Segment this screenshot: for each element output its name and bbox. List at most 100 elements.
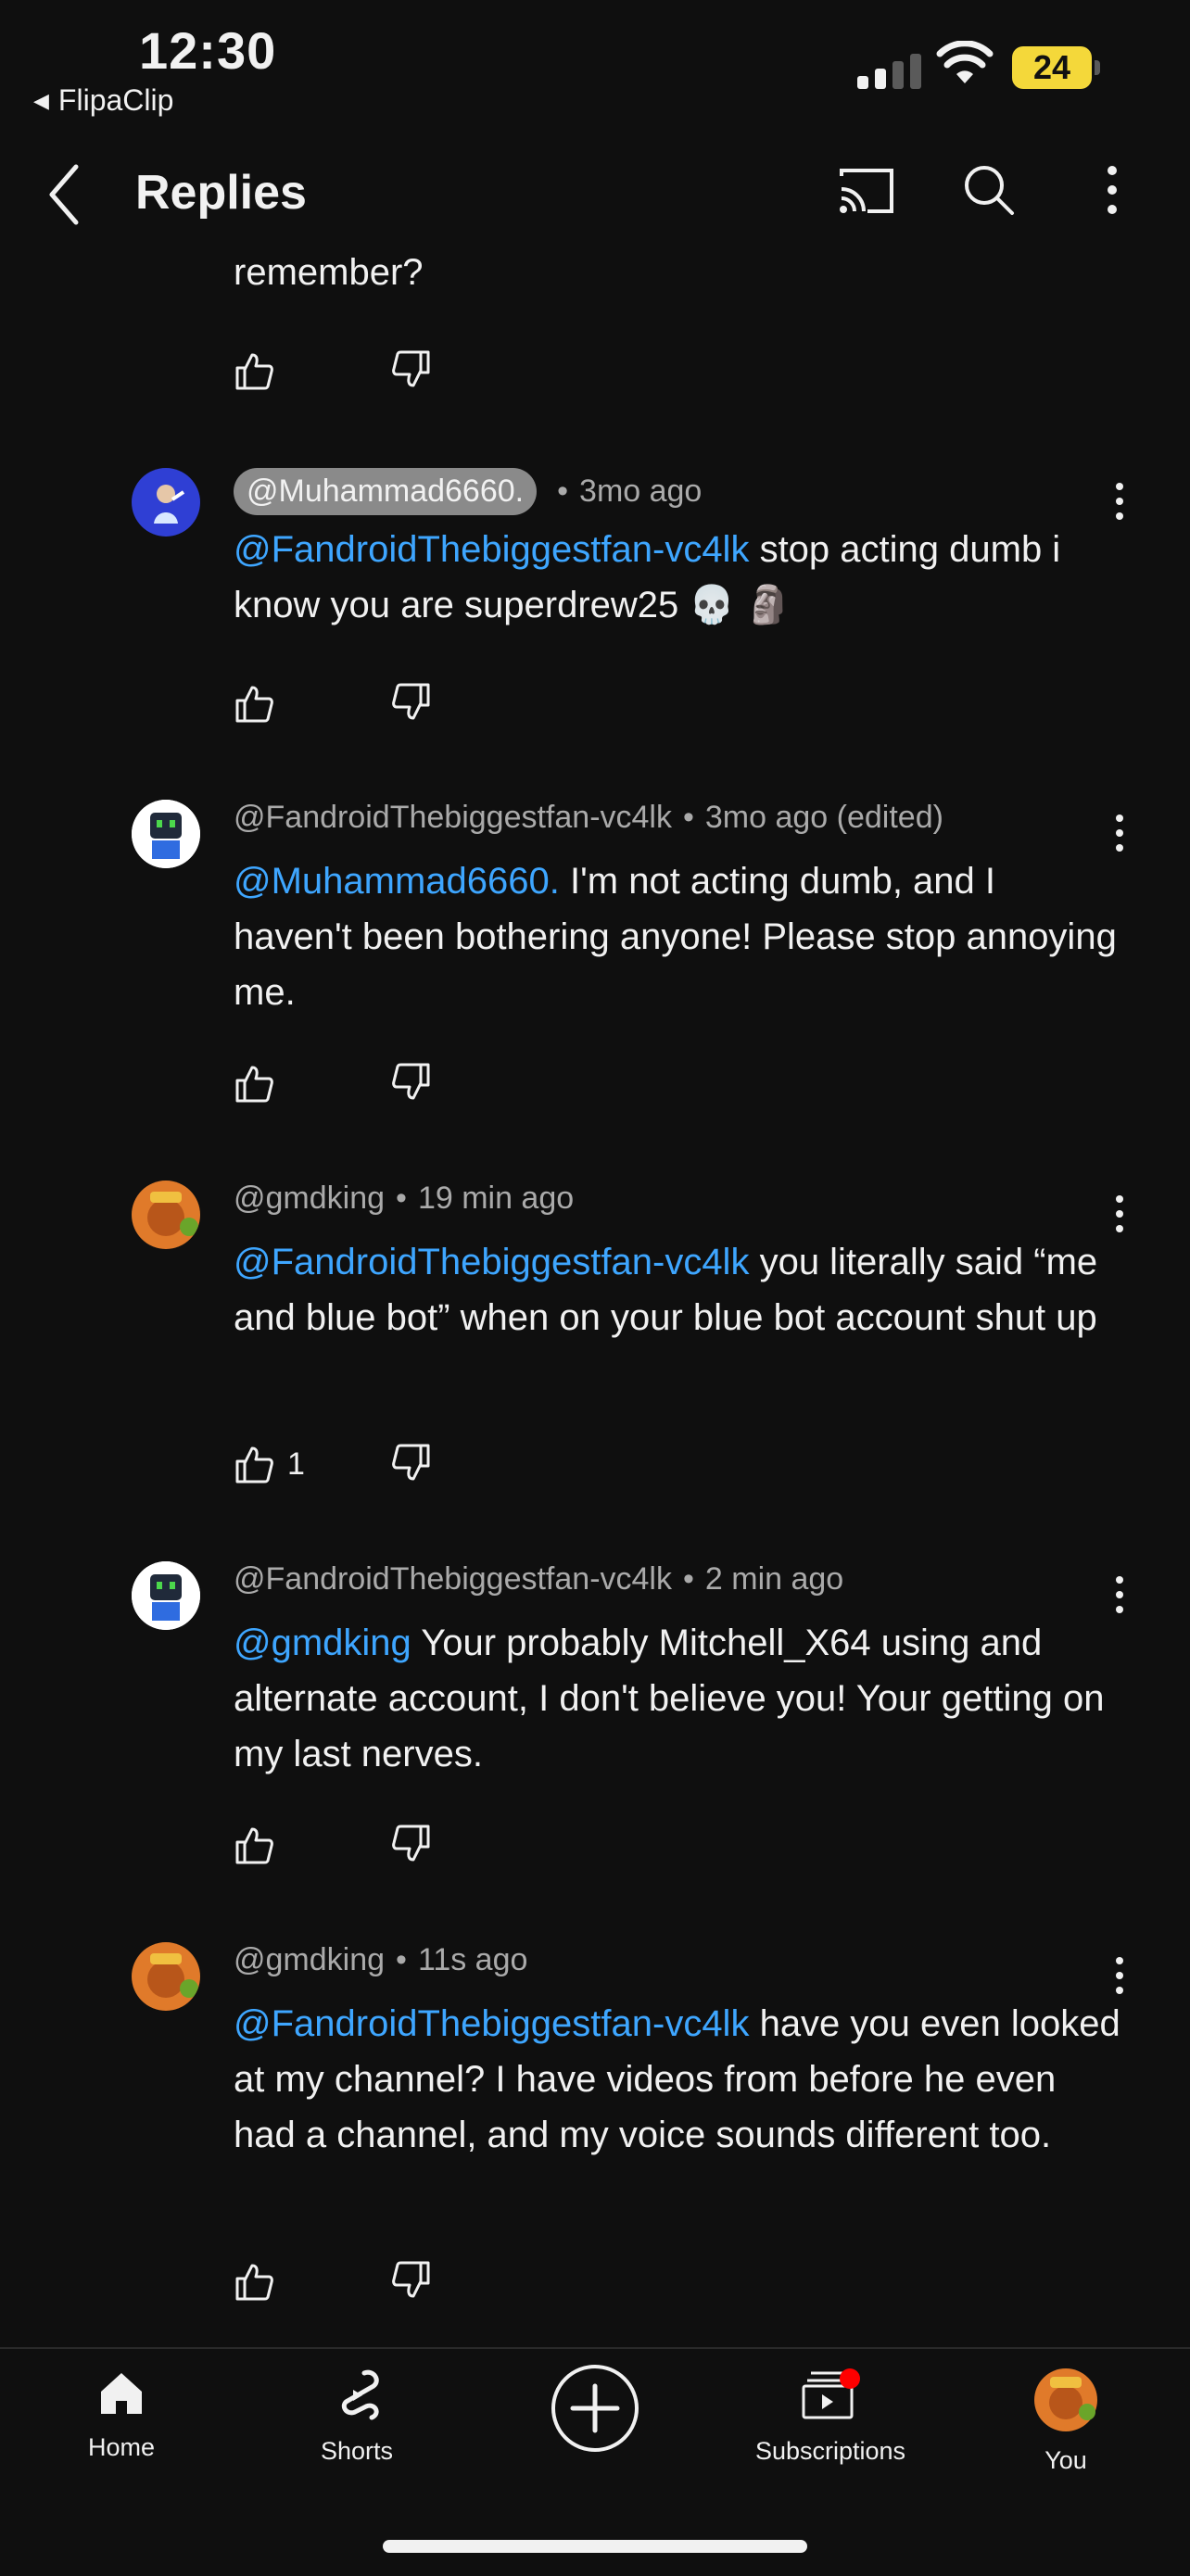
dislike-button[interactable] [391, 1442, 432, 1487]
meta-separator: • [396, 1181, 407, 1216]
comment-author[interactable]: @FandroidThebiggestfan-vc4lk [234, 1561, 672, 1597]
mention-link[interactable]: @FandroidThebiggestfan-vc4lk [234, 529, 749, 570]
mention-link[interactable]: @FandroidThebiggestfan-vc4lk [234, 2003, 749, 2044]
nav-you[interactable]: You [973, 2368, 1158, 2475]
dislike-button[interactable] [391, 2259, 432, 2305]
comment-time: 3mo ago [579, 474, 703, 509]
thumbs-down-icon [392, 683, 430, 720]
more-options-icon[interactable] [1094, 161, 1131, 219]
comment-more-icon[interactable] [1108, 1193, 1131, 1239]
status-time: 12:30 [139, 21, 277, 80]
meta-separator: • [682, 1561, 694, 1597]
nav-subscriptions[interactable]: Subscriptions [738, 2368, 923, 2466]
thumbs-up-icon [235, 1446, 273, 1483]
mention-link[interactable]: @gmdking [234, 1623, 411, 1663]
comment-text: @Muhammad6660. I'm not acting dumb, and … [234, 853, 1123, 1020]
back-arrow-icon[interactable] [41, 159, 87, 230]
like-button[interactable] [234, 1825, 391, 1866]
thumbs-up-icon [235, 353, 273, 389]
thumbs-up-icon [235, 1827, 273, 1863]
comment-more-icon[interactable] [1108, 481, 1131, 526]
comment-author[interactable]: @FandroidThebiggestfan-vc4lk [234, 800, 672, 836]
like-button[interactable] [234, 684, 391, 725]
subscriptions-icon [802, 2368, 860, 2419]
battery-icon: 24 [1012, 46, 1100, 89]
comment-time: 19 min ago [417, 1181, 575, 1216]
home-icon [101, 2373, 142, 2414]
comment-text: @FandroidThebiggestfan-vc4lk you literal… [234, 1234, 1123, 1345]
search-icon[interactable] [960, 161, 1018, 219]
comment-actions: 1 [234, 1442, 432, 1487]
comment-meta: @gmdking • 19 min ago [234, 1181, 574, 1217]
comment-author[interactable]: @gmdking [234, 1181, 385, 1217]
like-button[interactable] [234, 351, 391, 392]
comment-actions [234, 1823, 432, 1868]
comment-meta: @FandroidThebiggestfan-vc4lk • 2 min ago [234, 1561, 843, 1597]
comment-more-icon[interactable] [1108, 813, 1131, 858]
avatar[interactable] [132, 800, 200, 868]
nav-you-label: You [1044, 2446, 1087, 2474]
like-count: 1 [287, 1446, 305, 1482]
thumbs-down-icon [392, 350, 430, 387]
cast-icon[interactable] [836, 163, 897, 219]
thumbs-up-icon [235, 2264, 273, 2300]
avatar[interactable] [132, 468, 200, 537]
avatar[interactable] [132, 1181, 200, 1249]
like-button[interactable] [234, 2262, 391, 2303]
create-button[interactable] [502, 2362, 688, 2461]
page-title: Replies [135, 166, 307, 220]
thumbs-down-icon [392, 2261, 430, 2298]
thumbs-down-icon [392, 1444, 430, 1481]
like-button[interactable] [234, 1064, 391, 1105]
nav-home[interactable]: Home [29, 2368, 214, 2462]
meta-separator: • [557, 474, 569, 509]
cellular-signal-icon [857, 48, 921, 89]
comment-time: 11s ago [417, 1942, 528, 1977]
comment-more-icon[interactable] [1108, 1955, 1131, 2001]
comment-author[interactable]: @gmdking [234, 1942, 385, 1978]
meta-separator: • [396, 1942, 407, 1977]
comment-text: @gmdking Your probably Mitchell_X64 usin… [234, 1615, 1123, 1782]
comment-text: @FandroidThebiggestfan-vc4lk have you ev… [234, 1996, 1123, 2163]
nav-shorts[interactable]: Shorts [264, 2368, 449, 2466]
like-button[interactable]: 1 [234, 1445, 391, 1485]
dislike-button[interactable] [391, 348, 432, 394]
nav-shorts-label: Shorts [320, 2437, 394, 2465]
mention-link[interactable]: @Muhammad6660. [234, 861, 560, 902]
status-bar: 12:30 ◀ FlipaClip 24 [0, 0, 1190, 130]
avatar[interactable] [132, 1942, 200, 2011]
wifi-icon [936, 41, 994, 83]
thumbs-down-icon [392, 1063, 430, 1100]
dislike-button[interactable] [391, 681, 432, 726]
back-to-app-link[interactable]: ◀ FlipaClip [33, 83, 173, 118]
notification-dot [840, 2368, 860, 2389]
comment-text: @FandroidThebiggestfan-vc4lk stop acting… [234, 522, 1123, 633]
battery-level: 24 [1032, 48, 1071, 86]
comment-meta: @FandroidThebiggestfan-vc4lk • 3mo ago (… [234, 800, 943, 836]
thumbs-up-icon [235, 1066, 273, 1102]
app-header: Replies [0, 148, 1190, 241]
you-avatar-icon [1034, 2368, 1097, 2431]
avatar[interactable] [132, 1561, 200, 1630]
create-plus-icon [551, 2365, 639, 2452]
comment-actions [234, 348, 432, 394]
thumbs-up-icon [235, 686, 273, 722]
comment-text-partial: remember? [234, 252, 424, 293]
nav-home-label: Home [87, 2433, 156, 2461]
comment-more-icon[interactable] [1108, 1574, 1131, 1620]
dislike-button[interactable] [391, 1823, 432, 1868]
mention-link[interactable]: @FandroidThebiggestfan-vc4lk [234, 1242, 749, 1282]
comment-time: 2 min ago [704, 1561, 844, 1597]
comment-author[interactable]: @Muhammad6660. [234, 468, 538, 515]
thumbs-down-icon [392, 1825, 430, 1862]
meta-separator: • [682, 800, 694, 835]
comment-actions [234, 681, 432, 726]
comment-meta: @Muhammad6660. • 3mo ago [234, 468, 702, 515]
comment-actions [234, 1061, 432, 1106]
comment-meta: @gmdking • 11s ago [234, 1942, 527, 1978]
shorts-icon [341, 2369, 379, 2420]
comment-actions [234, 2259, 432, 2305]
dislike-button[interactable] [391, 1061, 432, 1106]
home-indicator[interactable] [383, 2540, 807, 2553]
back-app-label: FlipaClip [57, 83, 174, 117]
